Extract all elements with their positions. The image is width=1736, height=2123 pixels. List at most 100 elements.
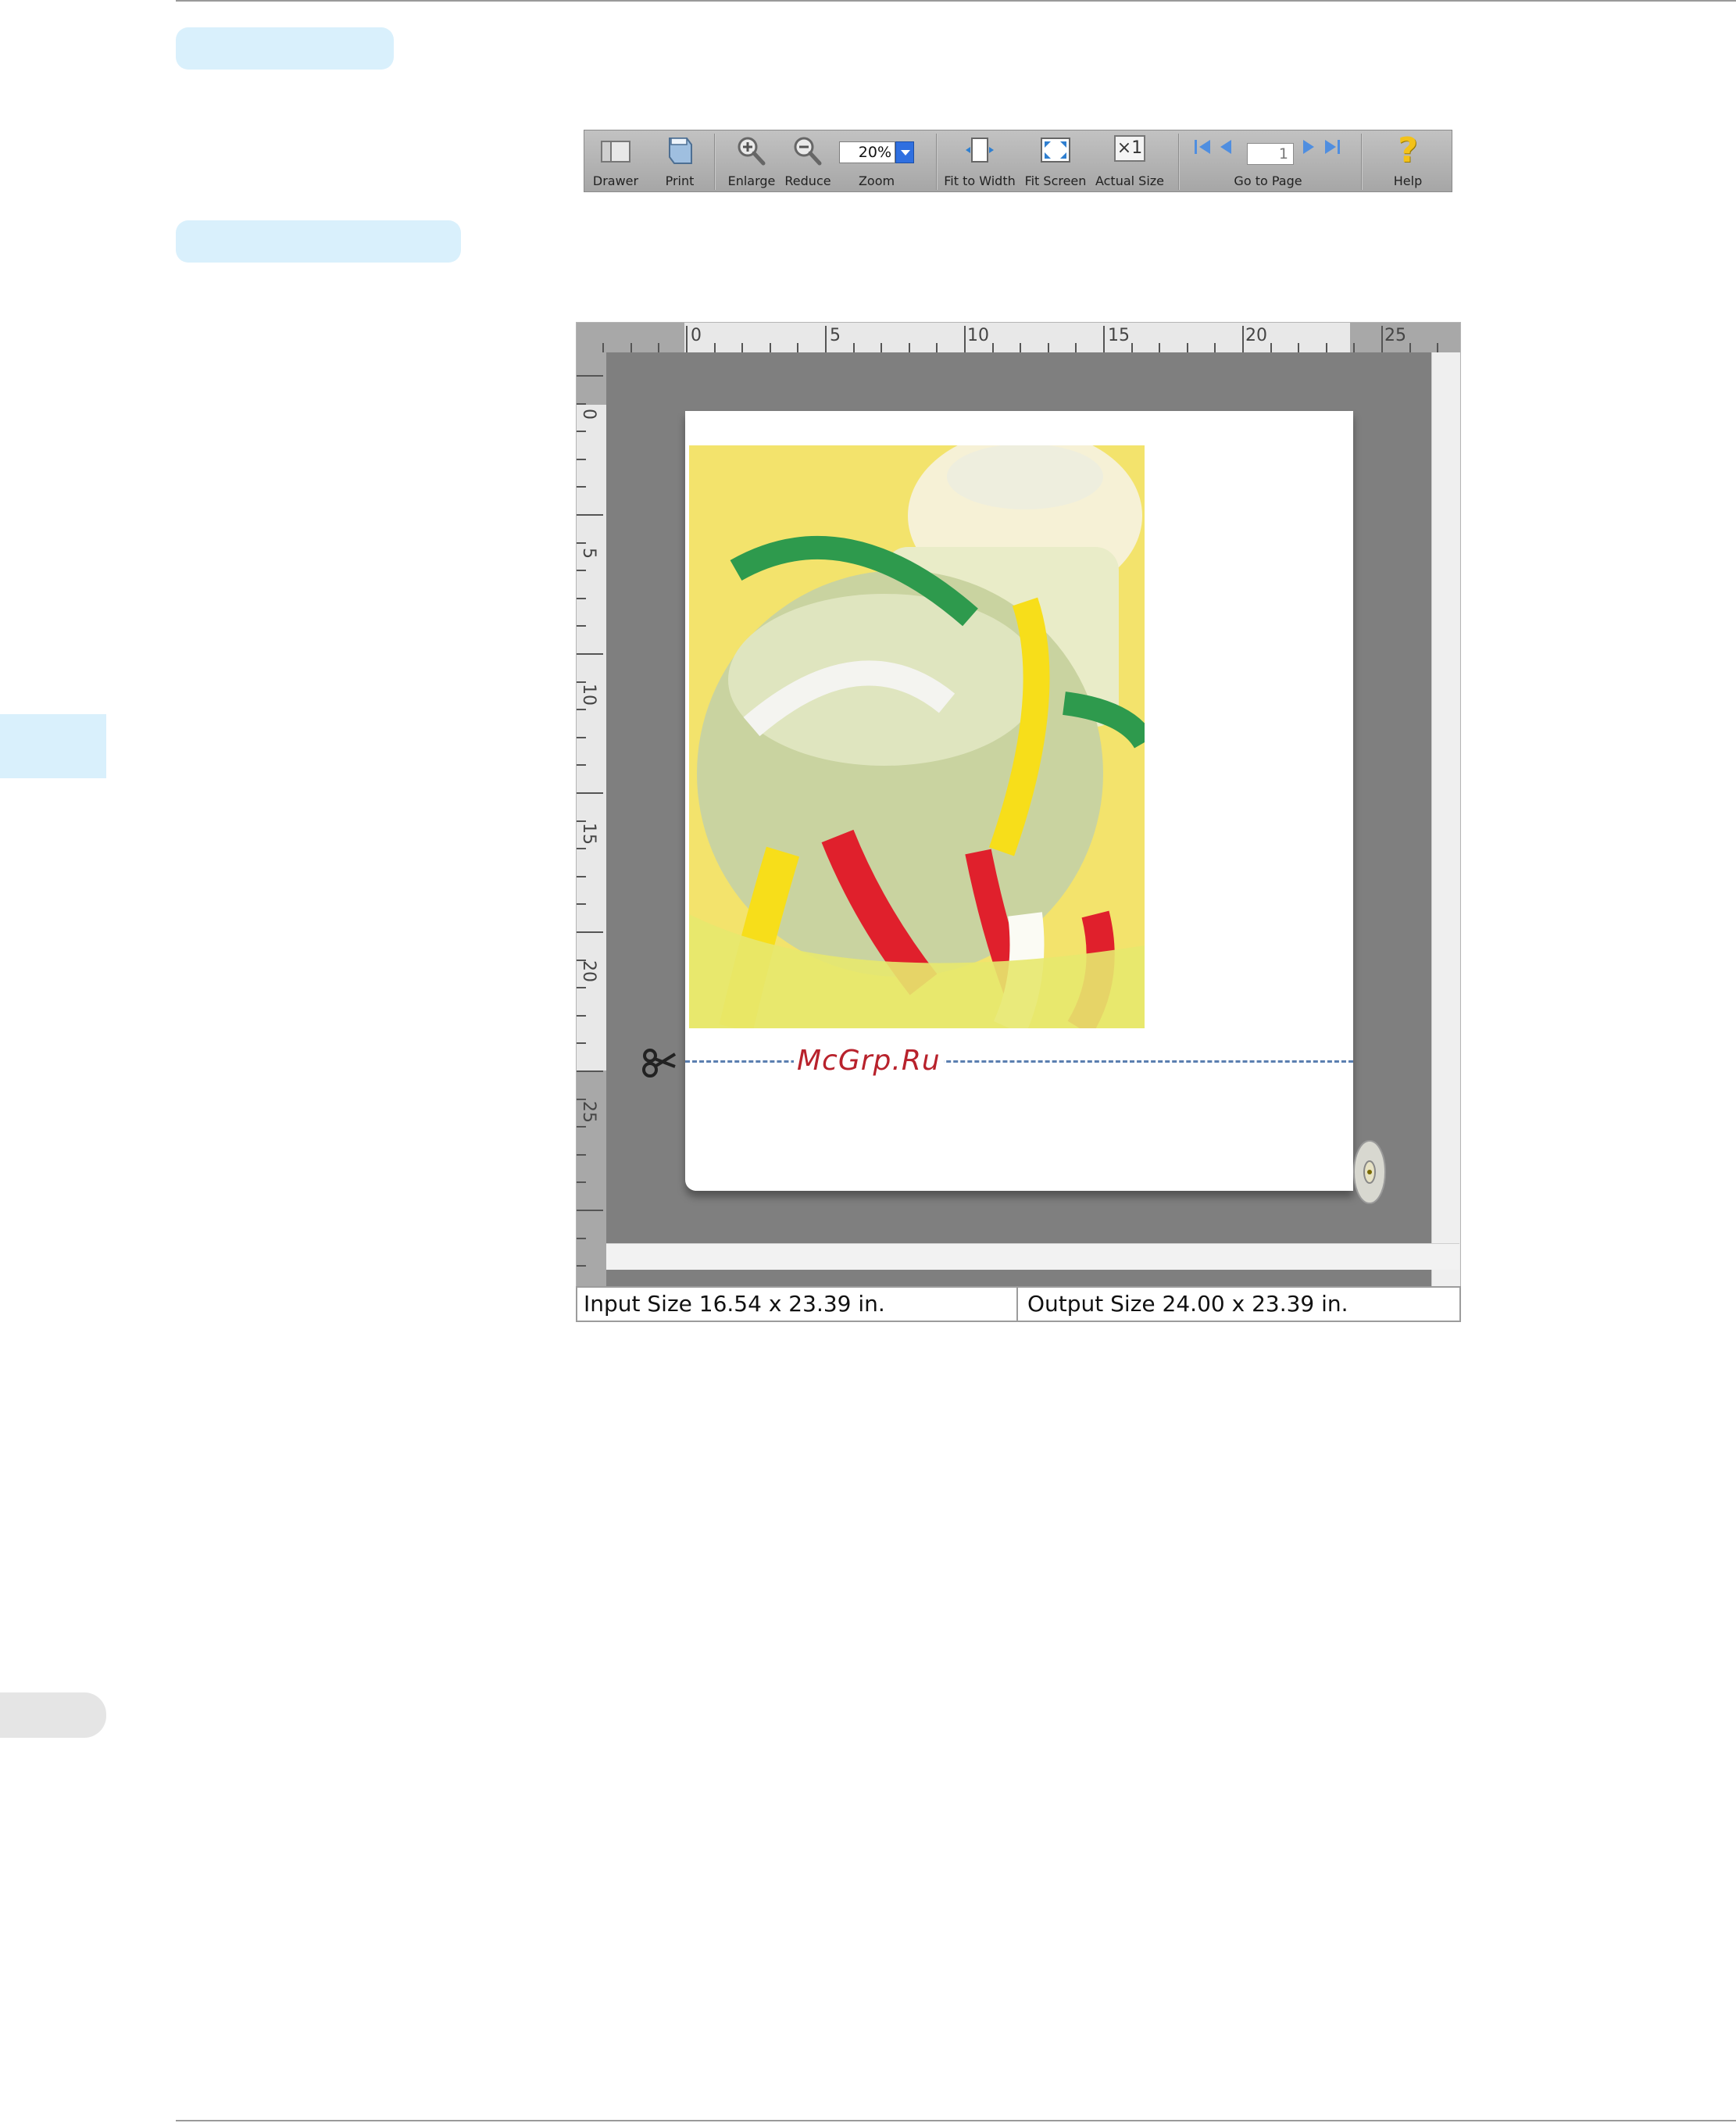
- ruler-tick: [1103, 326, 1105, 352]
- ruler-tick: [686, 326, 688, 352]
- section-heading-pill-2: [176, 220, 461, 263]
- zoom-in-icon: [738, 137, 766, 166]
- ruler-tick: [936, 343, 938, 352]
- ruler-tick: [577, 1014, 586, 1017]
- ruler-tick: [577, 848, 586, 850]
- ruler-tick: [577, 597, 586, 599]
- preview-toolbar: Drawer Print Enlarge Reduce 20% Zoom Fit…: [584, 130, 1452, 192]
- ruler-tick: [577, 1237, 586, 1239]
- ruler-tick: [577, 681, 586, 683]
- ruler-tick: [1020, 343, 1022, 352]
- vertical-scrollbar[interactable]: [1431, 352, 1459, 1304]
- enlarge-label: Enlarge: [727, 173, 776, 188]
- ruler-tick: [577, 764, 586, 767]
- help-icon: ?: [1398, 130, 1418, 170]
- fit-screen-icon: [1041, 138, 1070, 163]
- ruler-tick: [577, 653, 603, 655]
- ruler-label: 5: [579, 548, 598, 559]
- preview-photo: [689, 445, 1145, 1028]
- ruler-tick: [741, 343, 744, 352]
- actual-size-label: Actual Size: [1095, 173, 1165, 188]
- actual-size-icon: ×1: [1114, 135, 1145, 162]
- ruler-tick: [577, 375, 603, 377]
- ruler-tick: [825, 326, 827, 352]
- top-rule: [176, 0, 1736, 2]
- actual-size-button[interactable]: ×1 Actual Size: [1092, 130, 1167, 191]
- toolbar-separator: [1361, 134, 1363, 190]
- ruler-tick: [577, 1098, 586, 1100]
- ruler-tick: [577, 402, 586, 405]
- ruler-tick: [1075, 343, 1077, 352]
- ruler-tick: [577, 1070, 603, 1072]
- ruler-tick: [1298, 343, 1300, 352]
- ruler-tick: [1214, 343, 1216, 352]
- ruler-label: 10: [579, 684, 598, 706]
- ruler-tick: [577, 1181, 586, 1184]
- ruler-tick: [577, 431, 586, 433]
- input-size-text: Input Size 16.54 x 23.39 in.: [584, 1291, 885, 1317]
- ruler-tick: [577, 987, 586, 989]
- zoom-group: Zoom: [839, 130, 914, 191]
- ruler-tick: [577, 820, 586, 822]
- reduce-button[interactable]: Reduce: [777, 130, 839, 191]
- fit-screen-button[interactable]: Fit Screen: [1019, 130, 1092, 191]
- ruler-tick: [991, 343, 994, 352]
- go-to-page-group: Go to Page: [1192, 130, 1344, 191]
- help-button[interactable]: ? Help: [1377, 130, 1439, 191]
- status-divider: [1016, 1288, 1018, 1321]
- ruler-label: 5: [830, 326, 841, 345]
- preview-area: 0 5 10 15 20 25 0 5 10 15 20 25 McGrp.Ru: [576, 322, 1461, 1322]
- zoom-label: Zoom: [858, 173, 895, 188]
- ruler-tick: [602, 343, 605, 352]
- ruler-label: 15: [1108, 326, 1130, 345]
- ruler-tick: [797, 343, 799, 352]
- horizontal-scrollbar[interactable]: [606, 1243, 1459, 1270]
- ruler-tick: [1047, 343, 1049, 352]
- enlarge-button[interactable]: Enlarge: [720, 130, 783, 191]
- fit-to-width-button[interactable]: Fit to Width: [941, 130, 1019, 191]
- print-icon: [669, 138, 692, 164]
- fit-to-width-label: Fit to Width: [944, 173, 1016, 188]
- zoom-out-icon: [794, 137, 822, 166]
- ruler-tick: [964, 326, 966, 352]
- ruler-tick: [577, 541, 586, 544]
- ruler-tick: [1325, 343, 1327, 352]
- ruler-tick: [577, 1042, 586, 1045]
- drawer-icon: [601, 141, 630, 163]
- cut-line: [685, 1060, 1353, 1063]
- ruler-tick: [577, 514, 603, 516]
- ruler-label: 20: [579, 960, 598, 982]
- vertical-ruler: 0 5 10 15 20 25: [577, 352, 606, 1321]
- ruler-label: 10: [967, 326, 989, 345]
- ruler-tick: [577, 570, 586, 572]
- ruler-tick: [577, 625, 586, 627]
- drawer-button[interactable]: Drawer: [584, 130, 647, 191]
- ruler-tick: [577, 709, 586, 711]
- fit-screen-label: Fit Screen: [1024, 173, 1087, 188]
- ruler-tick: [577, 1210, 603, 1211]
- ruler-tick: [713, 343, 716, 352]
- ruler-tick: [577, 875, 586, 877]
- ruler-tick: [577, 792, 603, 794]
- ruler-tick: [1409, 343, 1411, 352]
- drawer-label: Drawer: [592, 173, 639, 188]
- watermark-label: McGrp.Ru: [794, 1045, 944, 1077]
- fit-width-icon: [966, 138, 994, 163]
- ruler-tick: [1131, 343, 1133, 352]
- print-button[interactable]: Print: [648, 130, 711, 191]
- ruler-tick: [658, 343, 660, 352]
- scissors-icon: [642, 1049, 677, 1078]
- ruler-tick: [769, 343, 771, 352]
- toolbar-separator: [714, 134, 716, 190]
- ruler-tick: [881, 343, 883, 352]
- paper-roll-icon: [1353, 1140, 1386, 1204]
- ruler-tick: [908, 343, 910, 352]
- ruler-tick: [1242, 326, 1244, 352]
- section-heading-pill: [176, 27, 394, 70]
- horizontal-ruler: 0 5 10 15 20 25: [577, 323, 1460, 352]
- chapter-side-tab: [0, 714, 106, 778]
- go-to-page-label: Go to Page: [1234, 173, 1302, 188]
- ruler-tick: [577, 736, 586, 738]
- ruler-tick: [577, 1153, 586, 1156]
- page-side-tab: [0, 1692, 106, 1738]
